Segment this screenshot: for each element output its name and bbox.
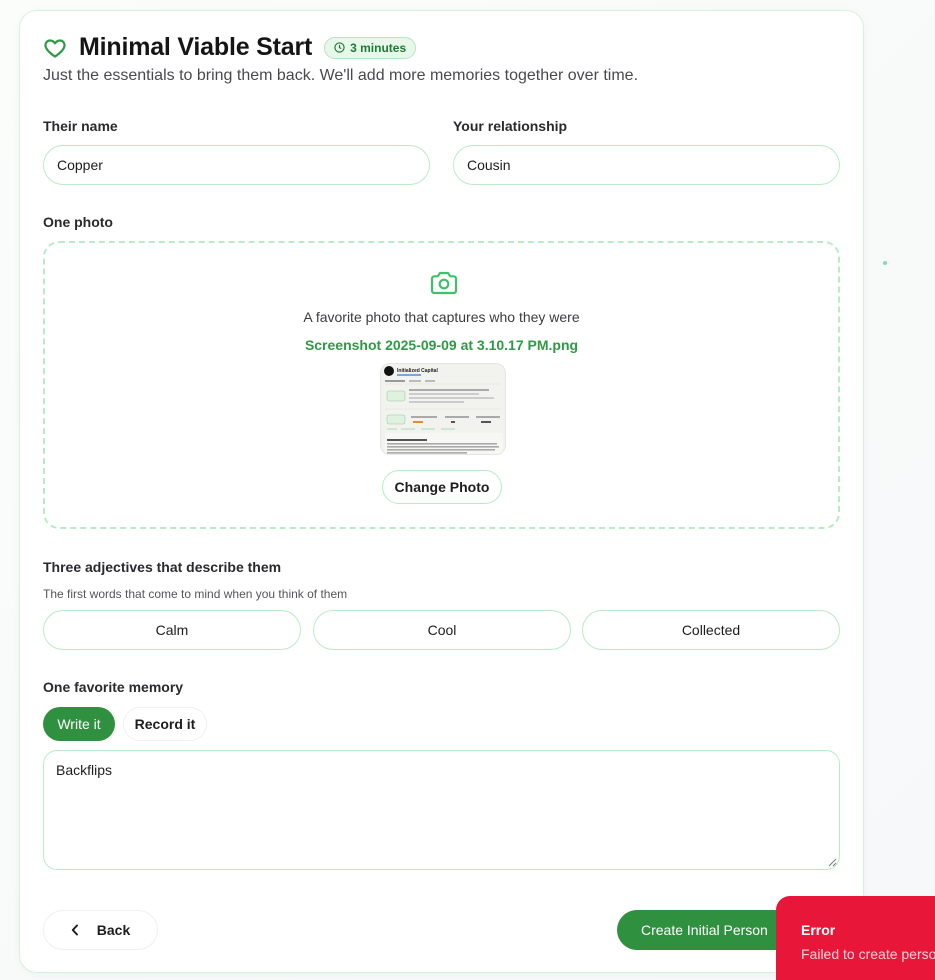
page-subtitle: Just the essentials to bring them back. … [43,67,639,84]
adjectives-label: Three adjectives that describe them [43,559,282,575]
photo-hint: A favorite photo that captures who they … [303,309,580,325]
memory-text: Backflips [56,762,113,778]
adjective-input-3[interactable]: Collected [582,610,840,650]
memory-textarea[interactable]: Backflips [43,750,840,870]
page-title: Minimal Viable Start [79,33,313,61]
change-photo-button[interactable]: Change Photo [382,470,502,504]
adjective-input-2[interactable]: Cool [313,610,571,650]
name-input[interactable]: Copper [43,145,430,185]
memory-label: One favorite memory [43,679,184,695]
back-button-label: Back [96,922,131,938]
decorative-dot [883,261,887,265]
photo-label: One photo [43,214,113,230]
heart-icon [44,38,66,58]
chevron-left-icon [71,924,78,936]
error-toast-message: Failed to create person [801,946,935,962]
back-button[interactable]: Back [43,910,158,950]
photo-file-name: Screenshot 2025-09-09 at 3.10.17 PM.png [304,337,579,353]
photo-dropzone[interactable]: A favorite photo that captures who they … [43,241,840,529]
adjective-input-1[interactable]: Calm [43,610,301,650]
clock-icon [334,42,345,53]
resize-handle-icon[interactable] [828,858,837,867]
error-toast-title: Error [801,922,836,938]
tab-write-it[interactable]: Write it [43,707,115,741]
onboarding-card: Minimal Viable Start 3 minutes Just the … [19,10,864,973]
relationship-label: Your relationship [453,118,568,134]
camera-icon [430,271,458,295]
time-badge-label: 3 minutes [350,40,407,55]
create-person-button[interactable]: Create Initial Person [617,910,797,950]
tab-record-it[interactable]: Record it [123,707,207,741]
error-toast: Error Failed to create person [776,896,935,980]
time-badge: 3 minutes [324,36,417,59]
adjectives-helper: The first words that come to mind when y… [43,587,348,601]
photo-thumbnail: Initialized Capital [380,363,506,455]
thumbnail-title: Initialized Capital [397,368,438,374]
name-label: Their name [43,118,118,134]
card-header: Minimal Viable Start 3 minutes [43,33,417,62]
relationship-input[interactable]: Cousin [453,145,840,185]
